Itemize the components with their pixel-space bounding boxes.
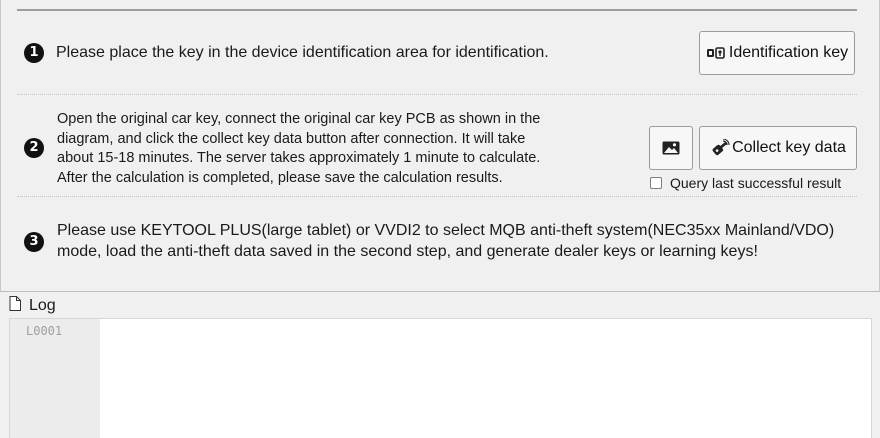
step-3-number: 3 xyxy=(24,232,44,252)
divider-2 xyxy=(17,196,857,197)
query-last-result-label: Query last successful result xyxy=(670,175,842,191)
log-header: Log xyxy=(9,296,56,316)
line-number-gutter: L0001 xyxy=(10,319,100,438)
step-1-number: 1 xyxy=(24,43,44,63)
line-number: L0001 xyxy=(26,324,63,338)
step-3-text: Please use KEYTOOL PLUS(large tablet) or… xyxy=(57,220,872,262)
key-fob-icon xyxy=(710,139,730,157)
step-2-text: Open the original car key, connect the o… xyxy=(57,110,637,188)
collect-key-data-button[interactable]: Collect key data xyxy=(699,126,857,170)
key-reader-icon xyxy=(706,46,726,60)
query-last-result-checkbox[interactable] xyxy=(650,177,662,189)
step-2-line-1: Open the original car key, connect the o… xyxy=(57,111,541,127)
query-last-result-option[interactable]: Query last successful result xyxy=(650,175,841,191)
step-2-line-4: After the calculation is completed, plea… xyxy=(57,169,503,186)
divider-1 xyxy=(17,94,857,95)
steps-panel: 1 Please place the key in the device ide… xyxy=(0,0,880,292)
identification-key-label: Identification key xyxy=(728,44,849,61)
collect-key-data-label: Collect key data xyxy=(732,139,846,156)
identification-key-button[interactable]: Identification key xyxy=(699,31,855,75)
step-2-number: 2 xyxy=(24,138,44,158)
document-icon xyxy=(9,296,29,316)
log-title: Log xyxy=(29,297,56,314)
step-1-text: Please place the key in the device ident… xyxy=(56,44,549,61)
log-textarea[interactable]: L0001 xyxy=(9,318,872,438)
step-3-line-1: Please use KEYTOOL PLUS(large tablet) or… xyxy=(57,222,835,239)
image-icon xyxy=(662,141,680,155)
step-2-line-2: diagram, and click the collect key data … xyxy=(57,130,526,147)
top-divider xyxy=(17,9,857,11)
step-3-line-2: mode, load the anti-theft data saved in … xyxy=(57,243,758,260)
step-2-line-3: about 15-18 minutes. The server takes ap… xyxy=(57,150,541,166)
view-diagram-button[interactable] xyxy=(649,126,693,170)
